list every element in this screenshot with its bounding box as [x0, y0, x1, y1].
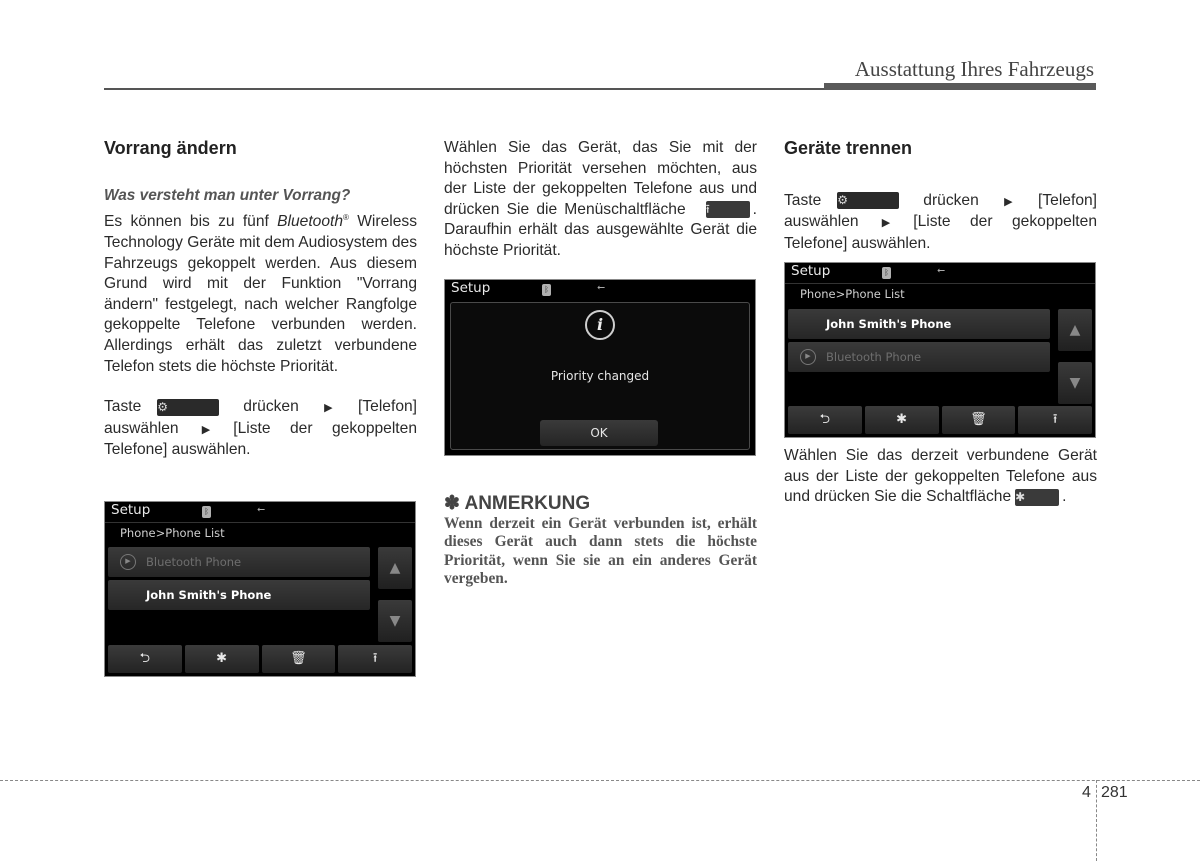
section-heading-trennen: Geräte trennen — [784, 138, 913, 158]
screen-phone-list-before: Setup ᛒ ⭠ Phone>Phone List ▶ Bluetooth P… — [104, 501, 416, 677]
screen-toolbar: ⮌ ✱ 🗑 ⭱ — [108, 645, 412, 673]
item-label: Bluetooth Phone — [826, 350, 922, 364]
phone-list-item[interactable]: John Smith's Phone — [108, 580, 370, 610]
bluetooth-status-icon: ᛒ — [882, 267, 891, 279]
dialog-message: Priority changed — [550, 369, 650, 383]
paragraph-priority: Wählen Sie das Gerät, das Sie mit der hö… — [444, 138, 757, 262]
header-bar — [824, 83, 1096, 90]
move-to-top-icon: ⭱ — [705, 201, 750, 219]
usb-icon: ⭠ — [257, 504, 265, 515]
bluetooth-term: Bluetooth — [277, 213, 344, 231]
column-middle: Wählen Sie das Gerät, das Sie mit der hö… — [444, 138, 757, 262]
phone-list-item[interactable]: ▶ Bluetooth Phone — [788, 342, 1050, 372]
footer-rule — [0, 780, 1200, 781]
priority-dialog: i Priority changed OK — [450, 302, 750, 450]
text: drücken — [923, 191, 979, 209]
bluetooth-disconnect-icon: ✱ — [1015, 488, 1060, 506]
screen-title: Setup — [451, 280, 491, 296]
note-body: Wenn derzeit ein Gerät verbunden ist, er… — [444, 514, 757, 588]
move-to-top-button[interactable]: ⭱ — [338, 645, 412, 673]
arrow-right-icon: ▶ — [306, 402, 351, 415]
ok-button[interactable]: OK — [540, 420, 658, 446]
column-left: Vorrang ändern Was versteht man unter Vo… — [104, 138, 417, 461]
scroll-down-button[interactable]: ▼ — [378, 600, 412, 642]
text: . — [1062, 488, 1067, 506]
bluetooth-status-icon: ᛒ — [542, 284, 551, 296]
arrow-right-icon: ▶ — [866, 217, 906, 230]
screen-phone-list-disconnect: Setup ᛒ ⭠ Phone>Phone List John Smith's … — [784, 262, 1096, 438]
breadcrumb: Phone>Phone List — [120, 526, 225, 540]
arrow-right-icon: ▶ — [186, 423, 226, 436]
subheading-vorrang: Was versteht man unter Vorrang? — [104, 186, 351, 204]
back-button[interactable]: ⮌ — [108, 645, 182, 673]
text: Taste — [104, 398, 142, 416]
text: drücken — [243, 398, 299, 416]
text: Taste — [784, 191, 822, 209]
scroll-up-button[interactable]: ▲ — [1058, 309, 1092, 351]
phone-list-item[interactable]: John Smith's Phone — [788, 309, 1050, 339]
note-title: ✽ ANMERKUNG — [444, 493, 591, 514]
section-heading-vorrang: Vorrang ändern — [104, 138, 237, 158]
item-label: John Smith's Phone — [826, 317, 952, 331]
breadcrumb: Phone>Phone List — [800, 287, 905, 301]
play-icon: ▶ — [800, 349, 816, 365]
paragraph-disconnect: Wählen Sie das derzeit verbundene Gerät … — [784, 446, 1097, 508]
scroll-down-button[interactable]: ▼ — [1058, 362, 1092, 404]
paragraph-vorrang: Es können bis zu fünf Bluetooth® Wireles… — [104, 208, 417, 377]
play-icon: ▶ — [120, 554, 136, 570]
column-right: Geräte trennen Taste ⚙ drücken ▶ [Telefon] a… — [784, 138, 1097, 254]
arrow-right-icon: ▶ — [986, 195, 1031, 208]
text: Es können bis zu fünf — [104, 213, 278, 231]
instruction-step: Taste ⚙ drücken ▶ [Telefon] auswählen ▶ [Liste… — [104, 397, 417, 461]
divider — [785, 283, 1095, 284]
back-button[interactable]: ⮌ — [788, 406, 862, 434]
bluetooth-disconnect-button[interactable]: ✱ — [864, 406, 939, 434]
footer-vertical-rule — [1096, 780, 1097, 861]
bluetooth-connect-button[interactable]: ✱ — [184, 645, 259, 673]
paragraph-disconnect-wrap: Wählen Sie das derzeit verbundene Gerät … — [784, 446, 1097, 508]
info-icon: i — [585, 310, 615, 340]
phone-list-item[interactable]: ▶ Bluetooth Phone — [108, 547, 370, 577]
page-number: 281 — [1101, 784, 1128, 801]
running-header-title: Ausstattung Ihres Fahrzeugs — [854, 57, 1094, 81]
note-box: ✽ ANMERKUNG Wenn derzeit ein Gerät verbu… — [444, 493, 757, 589]
item-label: John Smith's Phone — [146, 588, 272, 602]
bluetooth-status-icon: ᛒ — [202, 506, 211, 518]
item-label: Bluetooth Phone — [146, 555, 242, 569]
text: Wireless Technology Geräte mit dem Audio… — [104, 213, 417, 375]
scroll-up-button[interactable]: ▲ — [378, 547, 412, 589]
delete-button[interactable]: 🗑 — [941, 406, 1016, 434]
screen-priority-changed: Setup ᛒ ⭠ i Priority changed OK — [444, 279, 756, 456]
screen-title: Setup — [791, 263, 831, 279]
usb-icon: ⭠ — [937, 265, 945, 276]
screen-title: Setup — [111, 502, 151, 518]
divider — [105, 522, 415, 523]
setup-key-gear-icon: ⚙ — [837, 191, 900, 209]
delete-button[interactable]: 🗑 — [261, 645, 336, 673]
instruction-step: Taste ⚙ drücken ▶ [Telefon] auswählen ▶ [Liste… — [784, 191, 1097, 255]
usb-icon: ⭠ — [597, 282, 605, 293]
move-to-top-button[interactable]: ⭱ — [1018, 406, 1092, 434]
setup-key-gear-icon: ⚙ — [157, 398, 220, 416]
chapter-number: 4 — [1082, 784, 1091, 801]
screen-toolbar: ⮌ ✱ 🗑 ⭱ — [788, 406, 1092, 434]
